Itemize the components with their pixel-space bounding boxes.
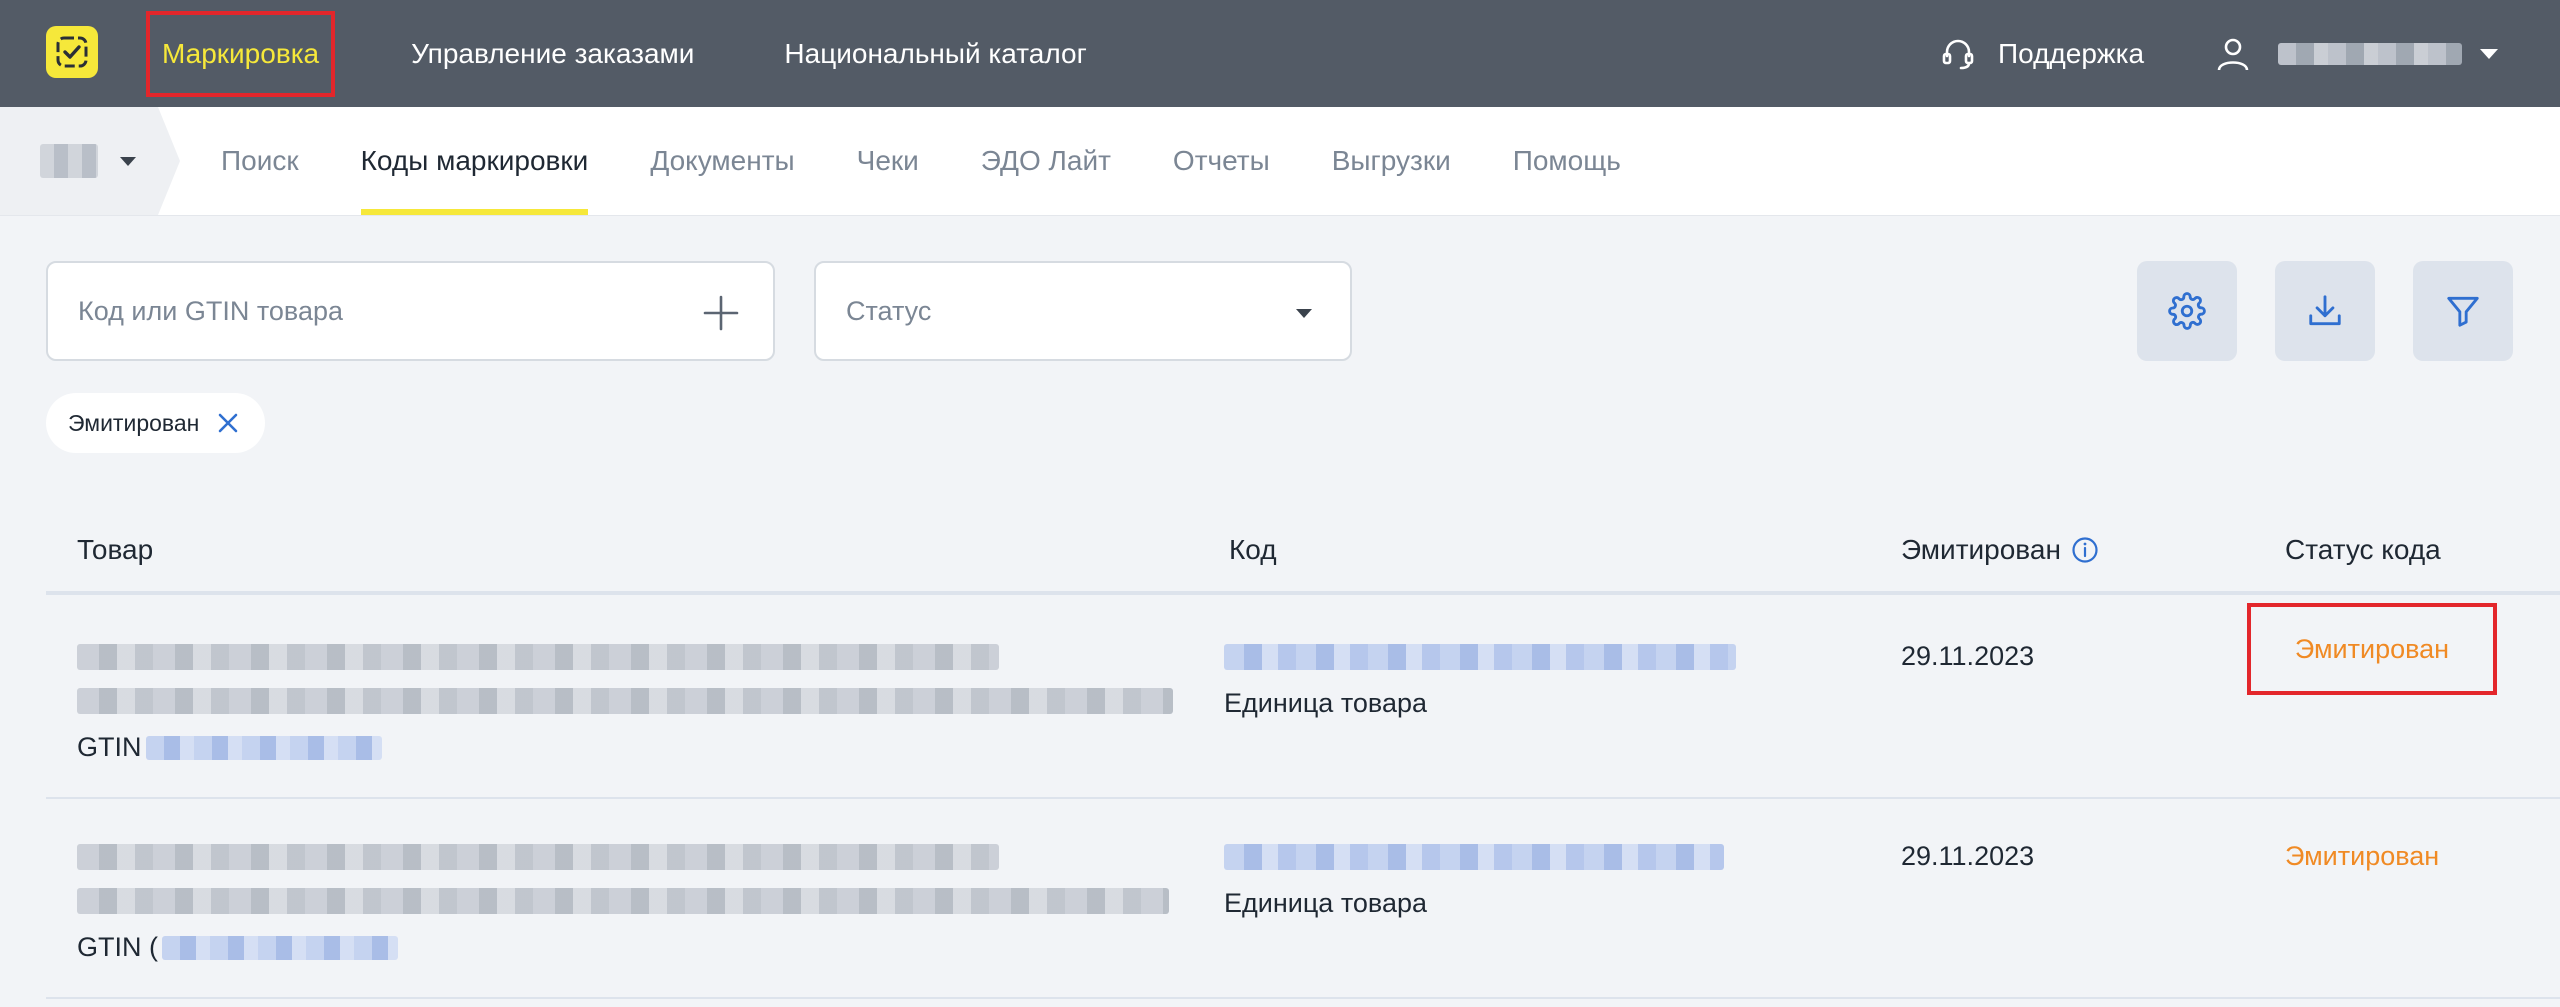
active-filter-chip: Эмитирован <box>46 393 266 453</box>
plus-icon[interactable] <box>703 295 739 331</box>
support-link[interactable]: Поддержка <box>1940 0 2144 107</box>
status-placeholder: Статус <box>846 295 932 326</box>
tab-reports[interactable]: Отчеты <box>1173 107 1270 215</box>
code-cell: Единица товара <box>1224 644 1736 719</box>
product-name-blurred <box>77 888 1169 914</box>
code-value-blurred[interactable] <box>1224 844 1724 870</box>
logo-icon <box>56 36 88 68</box>
status-badge: Эмитирован <box>2285 841 2440 871</box>
header-product[interactable]: Товар <box>77 505 153 595</box>
gtin-label: GTIN ( <box>77 932 158 962</box>
tab-exports[interactable]: Выгрузки <box>1332 107 1451 215</box>
chevron-down-icon <box>1296 309 1312 318</box>
top-nav-orders[interactable]: Управление заказами <box>397 24 708 84</box>
filter-icon <box>2447 296 2479 327</box>
user-name-blurred <box>2278 42 2462 65</box>
code-unit: Единица товара <box>1224 888 1427 918</box>
tab-edo-lite[interactable]: ЭДО Лайт <box>981 107 1111 215</box>
gtin: GTIN ( <box>77 932 1169 963</box>
download-button[interactable] <box>2275 261 2375 361</box>
table-row[interactable]: GTIN Единица товара 29.11.2023 Эмитирова… <box>46 599 2560 799</box>
sub-nav-bar: Поиск Коды маркировки Документы Чеки ЭДО… <box>0 107 2560 215</box>
status-select[interactable]: Статус <box>814 261 1352 361</box>
support-label: Поддержка <box>1998 37 2145 69</box>
product-cell: GTIN <box>77 644 1173 763</box>
emitted-date: 29.11.2023 <box>1901 841 2035 871</box>
info-icon[interactable] <box>2071 536 2099 564</box>
tab-receipts[interactable]: Чеки <box>857 107 919 215</box>
filter-button[interactable] <box>2413 261 2513 361</box>
search-placeholder: Код или GTIN товара <box>78 295 343 326</box>
header-code-status[interactable]: Статус кода <box>2285 505 2441 595</box>
search-input[interactable]: Код или GTIN товара <box>46 261 775 361</box>
top-bar: Маркировка Управление заказами Националь… <box>0 0 2560 107</box>
product-cell: GTIN ( <box>77 844 1169 963</box>
headset-icon <box>1942 39 1974 69</box>
table-row[interactable]: GTIN ( Единица товара 29.11.2023 Эмитиро… <box>46 799 2560 999</box>
download-icon <box>2309 295 2341 326</box>
header-emitted[interactable]: Эмитирован <box>1901 505 2099 595</box>
tab-search[interactable]: Поиск <box>221 107 299 215</box>
top-nav: Маркировка Управление заказами Националь… <box>146 0 1163 107</box>
top-nav-catalog[interactable]: Национальный каталог <box>770 24 1100 84</box>
user-icon <box>2217 38 2249 70</box>
code-cell: Единица товара <box>1224 844 1724 919</box>
organization-blurred <box>40 144 98 178</box>
chip-label: Эмитирован <box>68 409 200 436</box>
status-badge: Эмитирован <box>2247 603 2497 695</box>
product-name-blurred <box>77 688 1173 714</box>
status-cell: Эмитирован <box>2285 841 2439 872</box>
chevron-down-icon <box>2480 48 2498 59</box>
tab-help[interactable]: Помощь <box>1513 107 1621 215</box>
emitted-date: 29.11.2023 <box>1901 641 2035 671</box>
product-name-blurred <box>77 644 999 670</box>
gtin-value-blurred[interactable] <box>145 735 382 760</box>
product-name-blurred <box>77 844 999 870</box>
header-emitted-label: Эмитирован <box>1901 534 2061 565</box>
code-unit: Единица товара <box>1224 688 1427 718</box>
code-value-blurred[interactable] <box>1224 644 1736 670</box>
chevron-down-icon <box>120 156 136 166</box>
organization-selector[interactable] <box>0 107 180 215</box>
top-nav-marking[interactable]: Маркировка <box>146 10 336 97</box>
gtin-value-blurred[interactable] <box>162 935 398 960</box>
status-cell: Эмитирован <box>2247 603 2497 695</box>
table-header: Товар Код Эмитирован Статус кода <box>46 505 2560 595</box>
user-menu[interactable] <box>2214 0 2498 107</box>
gtin: GTIN <box>77 732 1173 763</box>
gear-icon <box>2168 292 2206 330</box>
gtin-label: GTIN <box>77 732 142 762</box>
settings-button[interactable] <box>2137 261 2237 361</box>
header-code[interactable]: Код <box>1229 505 1277 595</box>
app-logo[interactable] <box>46 26 98 78</box>
tab-marking-codes[interactable]: Коды маркировки <box>360 107 588 215</box>
sub-nav-tabs: Поиск Коды маркировки Документы Чеки ЭДО… <box>221 107 1683 215</box>
close-icon[interactable] <box>217 412 239 434</box>
tab-documents[interactable]: Документы <box>650 107 794 215</box>
